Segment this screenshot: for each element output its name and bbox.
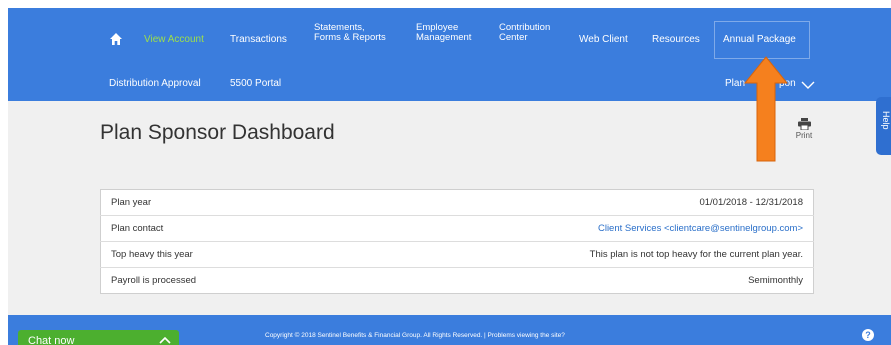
table-row: Plan contact Client Services <clientcare… (100, 215, 814, 242)
row-label: Top heavy this year (100, 241, 323, 268)
chevron-up-icon (159, 337, 171, 344)
nav-employee-line2: Management (416, 32, 472, 43)
nav-contribution-line2: Center (499, 32, 528, 43)
printer-icon (797, 118, 811, 130)
print-button[interactable]: Print (790, 118, 818, 140)
plan-option-menu-left[interactable]: Plan (725, 78, 745, 89)
help-side-tab-label: Help (881, 111, 891, 130)
page-title: Plan Sponsor Dashboard (100, 121, 335, 144)
nav-web-client[interactable]: Web Client (579, 34, 628, 45)
row-label: Plan year (100, 189, 323, 216)
chat-now-button[interactable]: Chat now (18, 330, 179, 345)
table-row: Payroll is processed Semimonthly (101, 268, 814, 294)
table-row: Top heavy this year This plan is not top… (100, 241, 814, 268)
table-row: Plan year 01/01/2018 - 12/31/2018 (100, 189, 814, 216)
nav-annual-package[interactable]: Annual Package (723, 34, 796, 45)
row-value: 01/01/2018 - 12/31/2018 (322, 189, 814, 216)
row-value: This plan is not top heavy for the curre… (322, 241, 814, 268)
nav-distribution-approval[interactable]: Distribution Approval (109, 78, 201, 89)
nav-view-account[interactable]: View Account (144, 34, 204, 45)
row-label: Payroll is processed (111, 275, 197, 286)
row-label: Plan contact (100, 215, 323, 242)
orange-arrow-annotation (743, 56, 789, 162)
home-icon[interactable] (109, 32, 123, 46)
browser-viewport: View Account Transactions Statements, Fo… (8, 8, 891, 345)
row-value: Client Services <clientcare@sentinelgrou… (322, 215, 814, 242)
nav-statements-line2: Forms & Reports (314, 32, 386, 43)
chat-now-label: Chat now (28, 335, 75, 345)
plan-contact-email-link[interactable]: Client Services <clientcare@sentinelgrou… (598, 223, 803, 234)
row-value: Semimonthly (748, 275, 803, 286)
nav-5500-portal[interactable]: 5500 Portal (230, 78, 281, 89)
plan-info-table: Plan year 01/01/2018 - 12/31/2018 Plan c… (100, 189, 814, 294)
help-side-tab[interactable]: Help (876, 97, 891, 155)
nav-statements-forms-reports[interactable]: Statements, Forms & Reports (314, 23, 386, 43)
nav-transactions[interactable]: Transactions (230, 34, 287, 45)
nav-resources[interactable]: Resources (652, 34, 700, 45)
help-question-icon[interactable]: ? (862, 329, 874, 341)
nav-contribution-center[interactable]: Contribution Center (499, 23, 550, 43)
footer-bar: nary Copyright © 2018 Sentinel Benefits … (8, 315, 891, 345)
print-label: Print (795, 131, 813, 140)
footer-copyright: Copyright © 2018 Sentinel Benefits & Fin… (265, 332, 565, 339)
nav-employee-management[interactable]: Employee Management (416, 23, 471, 43)
chevron-down-icon[interactable] (801, 81, 815, 89)
